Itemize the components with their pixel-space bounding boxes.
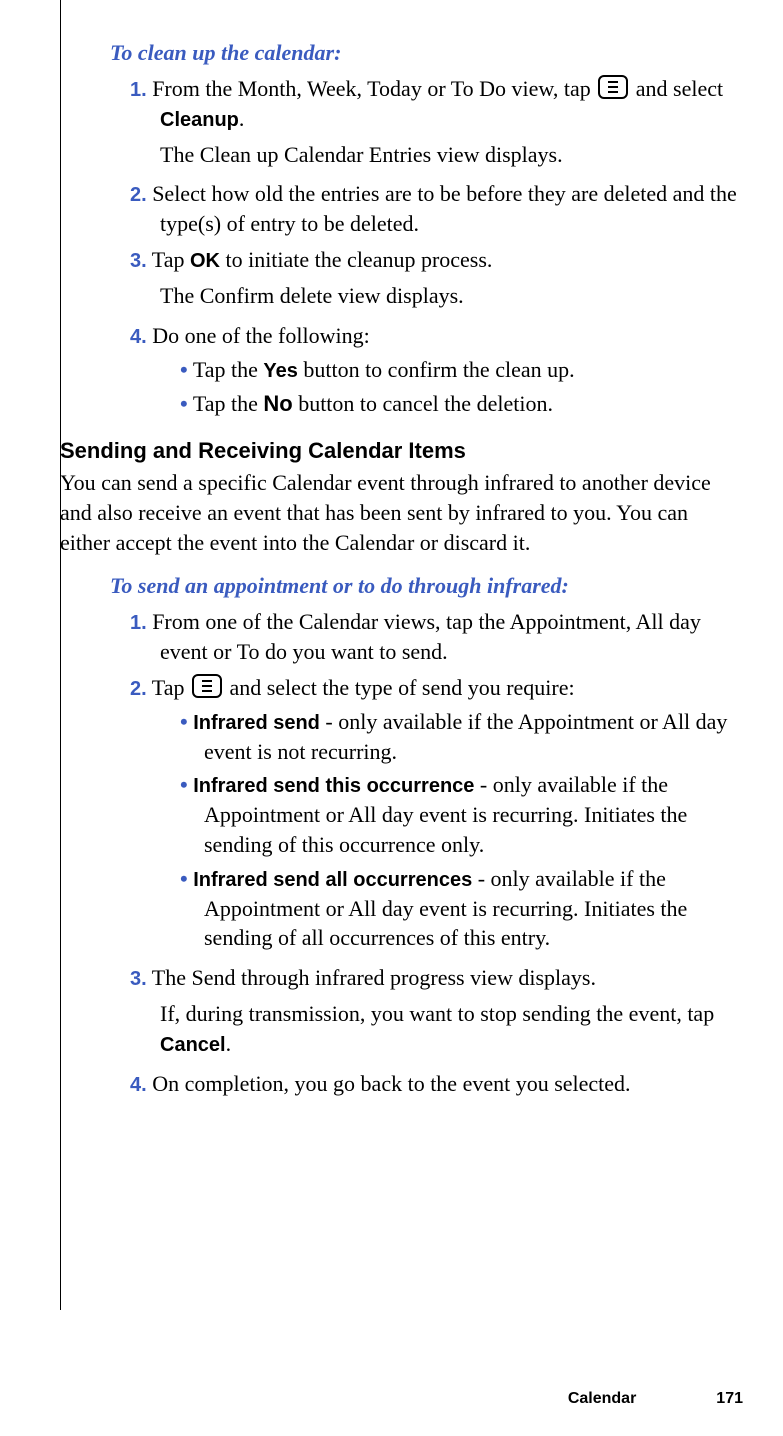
step-text: The Send through infrared progress view … — [152, 965, 596, 990]
page: To clean up the calendar: 1. From the Mo… — [0, 0, 783, 1436]
body-text: To clean up the calendar: 1. From the Mo… — [110, 38, 743, 1099]
bullet-icon: • — [180, 709, 188, 734]
footer-page-number: 171 — [716, 1390, 743, 1407]
infrared-send-label: Infrared send — [193, 712, 320, 734]
infrared-step-1: 1. From one of the Calendar views, tap t… — [130, 607, 743, 667]
bullet-icon: • — [180, 772, 188, 797]
step-result: If, during transmission, you want to sto… — [160, 999, 743, 1059]
step-text: . — [239, 106, 245, 131]
no-label: No — [263, 391, 292, 416]
bullet-item-yes: • Tap the Yes button to confirm the clea… — [180, 355, 743, 385]
step-text: Tap — [152, 247, 190, 272]
step-result: The Clean up Calendar Entries view displ… — [160, 140, 743, 170]
page-footer: Calendar 171 — [568, 1390, 743, 1408]
step-number: 3. — [130, 250, 147, 272]
infrared-step-4: 4. On completion, you go back to the eve… — [130, 1069, 743, 1099]
bullet-icon: • — [180, 357, 188, 382]
bullet-text: button to confirm the clean up. — [298, 357, 575, 382]
step-number: 3. — [130, 968, 147, 990]
step-text: From the Month, Week, Today or To Do vie… — [152, 76, 596, 101]
ok-label: OK — [190, 250, 220, 272]
step-result-text: If, during transmission, you want to sto… — [160, 1001, 714, 1026]
step-number: 4. — [130, 326, 147, 348]
step-text: Tap — [152, 675, 190, 700]
bullet-list: • Tap the Yes button to confirm the clea… — [180, 355, 743, 419]
cleanup-step-2: 2. Select how old the entries are to be … — [130, 179, 743, 239]
menu-icon — [598, 75, 628, 99]
step-result: The Confirm delete view displays. — [160, 281, 743, 311]
cleanup-step-3: 3. Tap OK to initiate the cleanup proces… — [130, 245, 743, 311]
bullet-text: Tap the — [193, 357, 264, 382]
bullet-icon: • — [180, 391, 188, 416]
step-text: On completion, you go back to the event … — [152, 1071, 630, 1096]
menu-icon — [192, 674, 222, 698]
bullet-icon: • — [180, 866, 188, 891]
bullet-text: Tap the — [193, 391, 264, 416]
step-text: Do one of the following: — [152, 323, 370, 348]
yes-label: Yes — [263, 360, 297, 382]
step-number: 1. — [130, 612, 147, 634]
cleanup-step-4: 4. Do one of the following: • Tap the Ye… — [130, 321, 743, 419]
step-text: Select how old the entries are to be bef… — [152, 181, 737, 236]
bullet-list: • Infrared send - only available if the … — [180, 707, 743, 953]
step-number: 2. — [130, 184, 147, 206]
step-number: 2. — [130, 678, 147, 700]
infrared-send-this-label: Infrared send this occurrence — [193, 775, 474, 797]
infrared-send-all-label: Infrared send all occurrences — [193, 869, 472, 891]
bullet-item-infrared-this: • Infrared send this occurrence - only a… — [180, 770, 743, 859]
bullet-item-no: • Tap the No button to cancel the deleti… — [180, 389, 743, 419]
step-text: and select — [630, 76, 723, 101]
footer-section: Calendar — [568, 1390, 636, 1407]
infrared-step-3: 3. The Send through infrared progress vi… — [130, 963, 743, 1059]
step-text: to initiate the cleanup process. — [220, 247, 492, 272]
section-heading-sending: Sending and Receiving Calendar Items — [60, 436, 743, 466]
task-title-infrared: To send an appointment or to do through … — [110, 571, 743, 601]
cancel-label: Cancel — [160, 1034, 226, 1056]
bullet-item-infrared-send: • Infrared send - only available if the … — [180, 707, 743, 767]
bullet-text: button to cancel the deletion. — [293, 391, 553, 416]
infrared-step-2: 2. Tap and select the type of send you r… — [130, 673, 743, 953]
step-text: From one of the Calendar views, tap the … — [152, 609, 701, 664]
bullet-item-infrared-all: • Infrared send all occurrences - only a… — [180, 864, 743, 953]
step-result-text: . — [226, 1031, 232, 1056]
cleanup-step-1: 1. From the Month, Week, Today or To Do … — [130, 74, 743, 170]
step-text: and select the type of send you require: — [224, 675, 575, 700]
left-margin-rule — [60, 0, 61, 1310]
task-title-cleanup: To clean up the calendar: — [110, 38, 743, 68]
cleanup-label: Cleanup — [160, 109, 239, 131]
step-number: 4. — [130, 1074, 147, 1096]
section-intro: You can send a specific Calendar event t… — [60, 468, 743, 557]
step-number: 1. — [130, 79, 147, 101]
